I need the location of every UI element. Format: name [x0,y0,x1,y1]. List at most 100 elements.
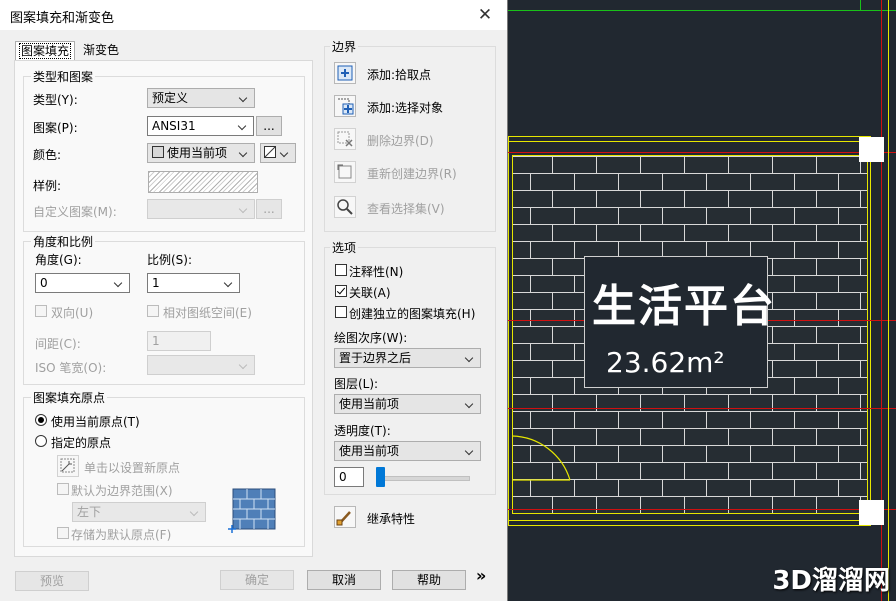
color-swatch-icon [152,146,164,158]
set-origin-label: 单击以设置新原点 [84,461,181,475]
chevron-down-icon [189,503,201,521]
more-options-icon[interactable]: » [476,566,486,585]
preview-button[interactable]: 预览 [15,571,89,591]
scale-dropdown[interactable]: 1 [147,273,240,293]
tab-gradient[interactable]: 渐变色 [80,41,122,60]
spacing-label: 间距(C): [35,337,81,351]
angle-label: 角度(G): [35,253,82,267]
cancel-button[interactable]: 取消 [307,570,381,590]
use-current-origin-label: 使用当前原点(T) [51,415,140,429]
associative-label: 关联(A) [349,286,391,300]
chevron-down-icon [464,395,476,413]
scale-label: 比例(S): [147,253,193,267]
associative-checkbox[interactable] [335,285,347,297]
annotative-checkbox[interactable] [335,264,347,276]
watermark: 3D溜溜网 [772,566,890,596]
hatch-gradient-dialog: 图案填充和渐变色 ✕ 图案填充 渐变色 类型和图案 类型(Y): 预定义 图案(… [0,0,508,601]
spacing-input[interactable]: 1 [147,331,211,351]
view-selections-label[interactable]: 查看选择集(V) [367,200,445,217]
type-label: 类型(Y): [33,93,78,107]
recreate-boundary-icon [337,164,352,179]
transparency-label: 透明度(T): [334,424,391,438]
recreate-boundary-label[interactable]: 重新创建边界(R) [367,165,457,182]
separate-hatches-checkbox[interactable] [335,306,347,318]
transparency-dropdown[interactable]: 使用当前项 [334,441,481,461]
tab-hatch[interactable]: 图案填充 [15,41,76,61]
store-default-checkbox[interactable] [57,527,69,539]
pattern-sample-preview[interactable] [148,171,258,193]
layer-label: 图层(L): [334,377,379,391]
origin-preview-icon [228,488,276,533]
room-area-text: 23.62m² [606,346,725,379]
chevron-down-icon [279,144,291,162]
layer-dropdown[interactable]: 使用当前项 [334,394,481,414]
chevron-down-icon [238,144,250,162]
chevron-down-icon [238,200,250,218]
type-dropdown[interactable]: 预定义 [147,88,255,108]
background-color-dropdown[interactable] [260,143,296,163]
relative-paper-checkbox[interactable] [147,305,159,317]
custom-pattern-label: 自定义图案(M): [33,205,117,219]
transparency-slider-track[interactable] [376,476,470,481]
iso-pen-width-label: ISO 笔宽(O): [35,361,107,375]
annotative-label: 注释性(N) [349,265,404,279]
default-extents-checkbox[interactable] [57,483,69,495]
add-select-objects-button[interactable] [334,95,356,117]
set-origin-icon[interactable] [57,455,79,477]
help-button[interactable]: 帮助 [392,570,466,590]
dialog-title: 图案填充和渐变色 [10,11,115,26]
store-default-label: 存储为默认原点(F) [71,528,172,542]
transparency-value-input[interactable]: 0 [334,467,364,487]
boundary-legend: 边界 [330,38,359,55]
type-pattern-legend: 类型和图案 [31,68,96,85]
sample-label: 样例: [33,179,62,193]
remove-boundaries-button[interactable] [334,128,356,150]
title-bar[interactable]: 图案填充和渐变色 ✕ [0,0,507,30]
pick-point-icon [337,65,353,81]
crosshair-icon [60,458,75,473]
separate-hatches-label: 创建独立的图案填充(H) [349,307,476,321]
ok-button[interactable]: 确定 [220,570,294,590]
inherit-properties-button[interactable] [334,506,356,528]
hatch-tab-panel: 类型和图案 类型(Y): 预定义 图案(P): ANSI31 ... 颜色: 使… [14,60,313,557]
brush-icon [336,511,351,526]
transparency-slider-thumb[interactable] [376,467,385,487]
chevron-down-icon [464,442,476,460]
relative-paper-label: 相对图纸空间(E) [163,306,252,320]
specified-origin-radio[interactable] [35,435,47,447]
room-name-text: 生活平台 [592,281,776,332]
angle-dropdown[interactable]: 0 [35,273,130,293]
remove-boundaries-label[interactable]: 删除边界(D) [367,132,434,149]
custom-pattern-browse-button[interactable]: ... [256,199,282,219]
pattern-dropdown[interactable]: ANSI31 [147,116,254,136]
chevron-down-icon [464,349,476,367]
add-pick-points-button[interactable] [334,62,356,84]
inherit-properties-label[interactable]: 继承特性 [367,510,415,527]
recreate-boundary-button[interactable] [334,161,356,183]
view-selections-button[interactable] [334,196,356,218]
specified-origin-label: 指定的原点 [51,436,112,450]
chevron-down-icon [238,89,250,107]
grip-top [859,137,884,162]
iso-pen-width-dropdown[interactable] [147,355,255,375]
origin-position-dropdown[interactable]: 左下 [72,502,206,522]
color-dropdown[interactable]: 使用当前项 [147,143,255,163]
close-icon[interactable]: ✕ [471,3,499,27]
use-current-origin-radio[interactable] [35,414,47,426]
double-checkbox[interactable] [35,305,47,317]
custom-pattern-dropdown[interactable] [147,199,255,219]
chevron-down-icon [237,117,249,135]
chevron-down-icon [223,274,235,292]
pattern-browse-button[interactable]: ... [256,116,282,136]
draw-order-dropdown[interactable]: 置于边界之后 [334,348,481,368]
options-legend: 选项 [330,239,359,256]
double-label: 双向(U) [51,306,94,320]
origin-legend: 图案填充原点 [31,389,108,406]
chevron-down-icon [238,356,250,374]
add-select-objects-label[interactable]: 添加:选择对象 [367,99,443,116]
add-pick-points-label[interactable]: 添加:拾取点 [367,66,431,83]
magnifier-icon [337,199,353,215]
default-extents-label: 默认为边界范围(X) [71,484,173,498]
cad-drawing-canvas[interactable]: 生活平台 23.62m² 3D溜溜网 [508,0,896,601]
draw-order-label: 绘图次序(W): [334,331,408,345]
